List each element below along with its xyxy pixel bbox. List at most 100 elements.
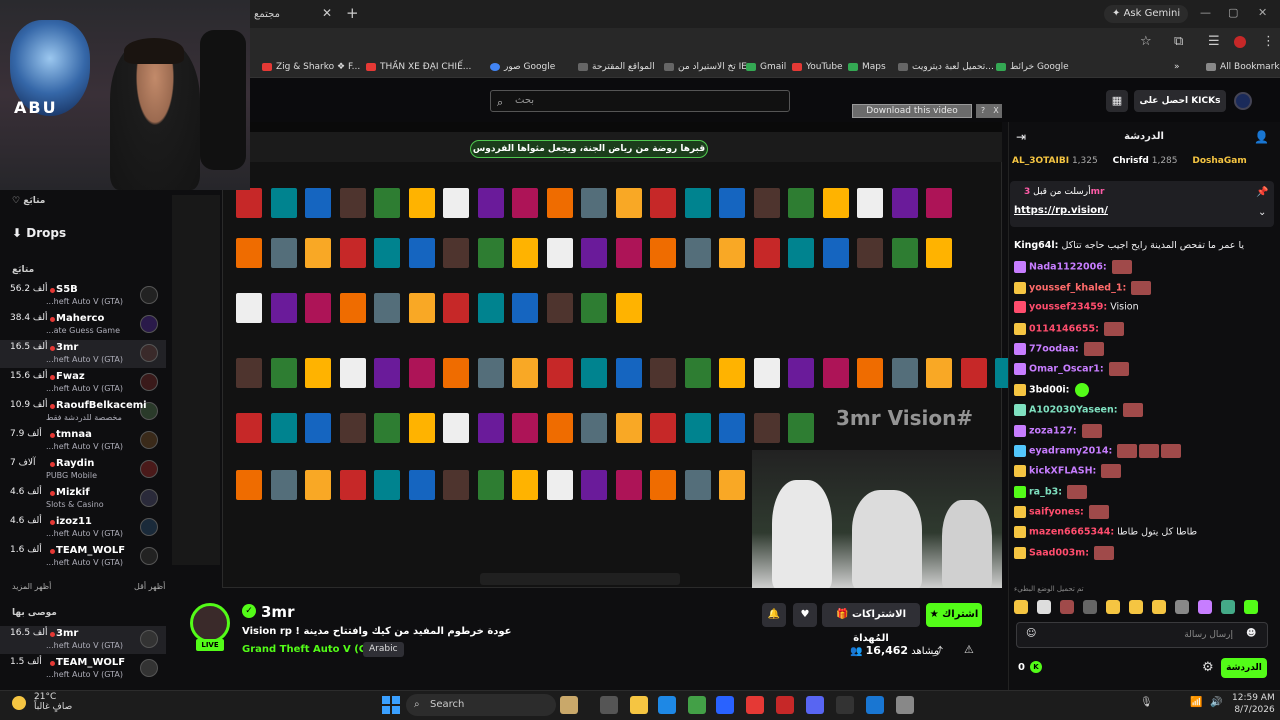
chat-message[interactable]: zoza127: <box>1014 423 1276 442</box>
star-icon[interactable]: ☆ <box>1140 34 1152 49</box>
chat-username[interactable]: 0114146655: <box>1029 323 1099 334</box>
taskbar-app-icon[interactable] <box>688 696 706 714</box>
download-help-icon[interactable]: ? <box>976 104 990 118</box>
chat-message[interactable]: kickXFLASH: <box>1014 464 1276 482</box>
bookmark-item[interactable]: خرائط Google <box>996 60 1069 74</box>
bookmark-item[interactable]: YouTube <box>792 60 843 74</box>
gifter-item[interactable]: DoshaGam <box>1192 156 1246 166</box>
followed-channel-item[interactable]: 3mr ...heft Auto V (GTA) 16.5 ألف <box>0 340 166 368</box>
chat-username[interactable]: Saad003m: <box>1029 548 1089 559</box>
taskbar-app-icon[interactable] <box>806 696 824 714</box>
tab-close-icon[interactable]: ✕ <box>322 6 332 20</box>
chat-message[interactable]: youssef23459: Vision <box>1014 301 1276 319</box>
chat-message[interactable]: ra_b3: <box>1014 484 1276 503</box>
show-more-link[interactable]: أظهر المزيد <box>12 582 51 591</box>
ask-gemini-button[interactable]: ✦ Ask Gemini <box>1104 5 1189 23</box>
minimize-icon[interactable]: — <box>1200 6 1211 19</box>
profile-avatar-icon[interactable] <box>1234 36 1246 48</box>
chat-input[interactable]: إرسال رسالة <box>1016 622 1268 648</box>
quick-emote[interactable] <box>1198 600 1212 614</box>
gift-subs-button[interactable]: 🎁 الاشتراكات المُهداة <box>822 603 920 644</box>
volume-icon[interactable]: 🔊 <box>1210 697 1222 708</box>
chat-message[interactable]: 0114146655: <box>1014 321 1276 340</box>
subscribe-button[interactable]: ★ اشتراك <box>926 603 982 627</box>
quick-emote[interactable] <box>1037 600 1051 614</box>
maximize-icon[interactable]: ▢ <box>1228 6 1238 19</box>
chat-settings-icon[interactable]: ⚙ <box>1202 660 1214 675</box>
quick-emote[interactable] <box>1221 600 1235 614</box>
chat-username[interactable]: youssef_khaled_1: <box>1029 282 1126 293</box>
chat-username[interactable]: eyadramy2014: <box>1029 446 1112 457</box>
chat-username[interactable]: Nada1122006: <box>1029 262 1107 273</box>
show-less-link[interactable]: أظهر أقل <box>134 582 165 591</box>
quick-emote[interactable] <box>1083 600 1097 614</box>
taskbar-app-icon[interactable] <box>746 696 764 714</box>
gifter-item[interactable]: AL_3OTAIBI 1,325 <box>1012 156 1104 166</box>
chat-users-icon[interactable]: 👤 <box>1254 130 1269 144</box>
followed-channel-item[interactable]: TEAM_WOLF ...heft Auto V (GTA) 1.6 ألف <box>0 543 166 571</box>
pinned-message[interactable]: أرسلت من قبل 3mr https://rp.vision/ 📌 ⌄ <box>1010 181 1274 227</box>
bookmark-item[interactable]: Gmail <box>746 60 786 74</box>
chat-username[interactable]: A102030Yaseen: <box>1029 405 1118 416</box>
chat-message[interactable]: King64l: يا عمر ما تفحص المدينة رايح اجي… <box>1014 240 1276 258</box>
system-clock[interactable]: 12:59 AM 8/7/2026 <box>1232 692 1275 716</box>
followed-channel-item[interactable]: Fwaz ...heft Auto V (GTA) 15.6 ألف <box>0 369 166 397</box>
followed-channel-item[interactable]: S5B ...heft Auto V (GTA) 56.2 ألف <box>0 282 166 310</box>
chat-message[interactable]: Saad003m: <box>1014 546 1276 564</box>
taskbar-app-icon[interactable] <box>866 696 884 714</box>
followed-channel-item[interactable]: Raydin PUBG Mobile 7 آلاف <box>0 456 166 484</box>
search-input[interactable]: ⌕ بحث <box>490 90 790 112</box>
followed-channel-item[interactable]: RaoufBelkacemi مخصصة للدردشة فقط 10.9 ألف <box>0 398 166 426</box>
new-tab-icon[interactable]: + <box>346 4 359 22</box>
quick-emote[interactable] <box>1244 600 1258 614</box>
taskbar-app-icon[interactable] <box>658 696 676 714</box>
chat-message[interactable]: Nada1122006: <box>1014 260 1276 278</box>
report-icon[interactable]: ⚠ <box>964 643 974 656</box>
favorite-heart-button[interactable]: ♥ <box>793 603 817 627</box>
chat-message[interactable]: eyadramy2014: <box>1014 444 1276 462</box>
chat-username[interactable]: 77oodaa: <box>1029 344 1079 355</box>
followed-channel-item[interactable]: izoz11 ...heft Auto V (GTA) 4.6 ألف <box>0 514 166 542</box>
chat-message[interactable]: Omar_Oscar1: <box>1014 362 1276 380</box>
chat-username[interactable]: kickXFLASH: <box>1029 466 1096 477</box>
get-kicks-button[interactable]: احصل على KICKs <box>1134 90 1226 112</box>
chat-message[interactable]: 3bd00i: <box>1014 382 1276 401</box>
quick-emote[interactable] <box>1014 600 1028 614</box>
send-chat-button[interactable]: الدردشة <box>1221 658 1267 678</box>
chat-message[interactable]: A102030Yaseen: <box>1014 403 1276 421</box>
pinned-link[interactable]: https://rp.vision/ <box>1014 205 1108 216</box>
browse-menu-icon[interactable]: ▦ <box>1106 90 1128 112</box>
language-tag[interactable]: Arabic <box>363 642 404 657</box>
chat-username[interactable]: youssef23459: <box>1029 302 1107 313</box>
taskbar-app-icon[interactable] <box>776 696 794 714</box>
chat-username[interactable]: ra_b3: <box>1029 486 1062 497</box>
recommended-channel-item[interactable]: TEAM_WOLF ...heft Auto V (GTA) 1.5 ألف <box>0 655 166 683</box>
taskbar-search[interactable]: ⌕ Search <box>406 694 556 716</box>
start-button[interactable] <box>382 696 400 714</box>
all-bookmarks[interactable]: All Bookmarks <box>1206 60 1280 74</box>
emoji-picker-icon[interactable]: ☺ <box>1026 628 1036 639</box>
taskbar-app-icon[interactable] <box>600 696 618 714</box>
gifter-item[interactable]: Chrisfd 1,285 <box>1113 156 1184 166</box>
notifications-bell-button[interactable]: 🔔 <box>762 603 786 627</box>
chat-username[interactable]: 3bd00i: <box>1029 384 1070 395</box>
download-close-icon[interactable]: X <box>990 104 1002 118</box>
user-avatar[interactable] <box>1234 92 1252 110</box>
mic-icon[interactable]: 🎙 <box>1140 697 1153 708</box>
chat-username[interactable]: Omar_Oscar1: <box>1029 364 1104 375</box>
chat-message[interactable]: mazen6665344: طاطا كل يتول طاطا <box>1014 525 1276 544</box>
quick-emote[interactable] <box>1152 600 1166 614</box>
chat-username[interactable]: mazen6665344: <box>1029 526 1114 537</box>
chat-username[interactable]: King64l: <box>1014 240 1058 251</box>
streamer-avatar[interactable] <box>190 603 230 643</box>
wifi-icon[interactable]: 📶 <box>1190 697 1202 708</box>
drops-link[interactable]: ⬇ Drops <box>12 226 66 240</box>
bookmark-item[interactable]: Zig & Sharko ❖ F... <box>262 60 360 74</box>
bookmark-item[interactable]: تحميل لعبة ديترويت... <box>898 60 994 74</box>
chat-message[interactable]: youssef_khaled_1: <box>1014 280 1276 299</box>
bookmark-item[interactable]: المواقع المقترحة <box>578 60 655 74</box>
chat-message[interactable]: 77oodaa: <box>1014 342 1276 360</box>
followed-channel-item[interactable]: Mizkif Slots & Casino 4.6 ألف <box>0 485 166 513</box>
taskbar-app-icon[interactable] <box>630 696 648 714</box>
taskbar-app-icon[interactable] <box>836 696 854 714</box>
